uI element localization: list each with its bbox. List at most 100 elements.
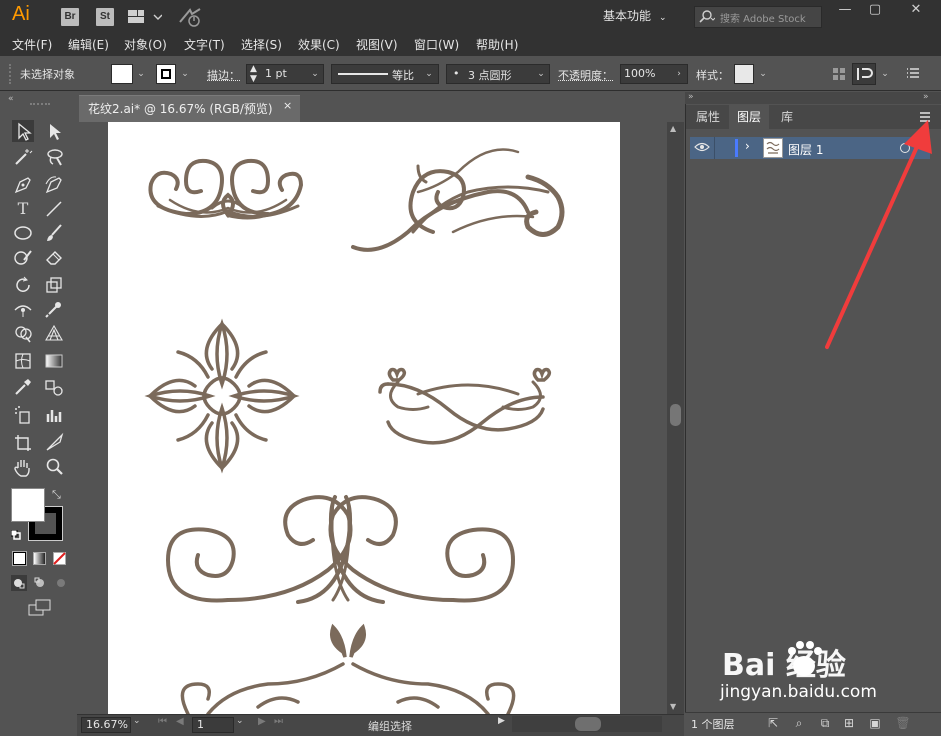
expand-panel-left-icon[interactable]: » [688,92,694,102]
draw-normal-icon[interactable] [11,575,27,591]
puppet-warp-tool-icon[interactable] [43,298,65,320]
ornament-scroll-2[interactable] [351,148,565,252]
artboard-number-field[interactable]: 1 [192,717,234,733]
symbol-sprayer-tool-icon[interactable] [12,404,34,426]
eyedropper-tool-icon[interactable] [12,376,34,398]
pen-tool-icon[interactable] [12,174,34,196]
status-menu-icon[interactable]: ▶ [498,716,505,726]
opacity-label[interactable]: 不透明度： [558,67,613,83]
blend-tool-icon[interactable] [43,376,65,398]
arrange-documents-icon[interactable] [128,9,163,25]
expand-layer-icon[interactable]: › [745,139,750,153]
collapse-panel-icon[interactable]: » [923,92,929,102]
scale-tool-icon[interactable] [43,274,65,296]
artboard-tool-icon[interactable] [12,432,34,454]
transform-dropdown[interactable]: ⌄ [878,64,892,84]
export-icon[interactable]: ⇱ [764,714,782,732]
new-sublayer-icon[interactable]: ⊞ [840,714,858,732]
lock-toggle[interactable] [714,137,734,159]
ornament-flower[interactable] [144,318,300,474]
rotate-tool-icon[interactable] [12,274,34,296]
last-artboard-icon[interactable]: ⏭ [274,716,283,727]
magic-wand-tool-icon[interactable] [12,146,34,168]
ornament-banner[interactable] [378,367,552,445]
shape-builder-tool-icon[interactable] [12,322,34,344]
type-tool-icon[interactable]: T [12,198,34,220]
menu-edit[interactable]: 编辑(E) [68,36,109,53]
close-window-button[interactable]: ✕ [893,0,939,22]
align-icon[interactable] [832,67,846,84]
scroll-up-icon[interactable]: ▲ [670,124,676,133]
artboard-dropdown[interactable]: ⌄ [236,716,244,726]
tools-grip[interactable] [30,103,50,106]
workspace-switcher[interactable]: 基本功能 ⌄ [595,5,685,27]
stroke-weight-dropdown[interactable]: ⌄ [308,64,322,84]
mesh-tool-icon[interactable] [12,350,34,372]
gradient-mode-icon[interactable] [33,552,46,565]
swap-colors-icon[interactable]: ⤡ [52,488,61,502]
zoom-field[interactable]: 16.67% [81,717,131,733]
style-dropdown[interactable]: ⌄ [756,64,770,84]
opacity-arrow[interactable]: › [672,64,686,84]
prev-artboard-icon[interactable]: ◀ [176,716,184,727]
vertical-scrollbar-thumb[interactable] [670,404,681,426]
graphic-style-swatch[interactable] [734,64,754,84]
gpu-performance-icon[interactable] [178,6,204,28]
color-mode-icon[interactable] [12,551,27,566]
menu-window[interactable]: 窗口(W) [414,36,459,53]
menu-view[interactable]: 视图(V) [356,36,398,53]
minimize-button[interactable]: — [830,0,860,22]
transform-icon[interactable] [852,63,876,85]
delete-layer-icon[interactable]: 🗑 [894,714,912,732]
brush-dropdown[interactable]: ⌄ [534,64,548,84]
none-mode-icon[interactable] [53,552,66,565]
curvature-tool-icon[interactable] [43,174,65,196]
zoom-tool-icon[interactable] [43,456,65,478]
direct-selection-tool-icon[interactable] [43,120,65,142]
locate-object-icon[interactable]: ⌕ [790,714,808,732]
ornament-bottom-partial[interactable] [180,623,516,714]
new-layer-icon[interactable]: ▣ [866,714,884,732]
close-document-icon[interactable]: × [283,99,292,112]
clipping-mask-icon[interactable]: ⧉ [816,714,834,732]
ornament-large-scroll[interactable] [165,495,516,604]
ornament-scroll-1[interactable] [148,158,304,220]
column-graph-tool-icon[interactable] [43,404,65,426]
draw-inside-icon[interactable] [53,575,69,591]
fill-color-swatch[interactable] [111,64,133,84]
menu-help[interactable]: 帮助(H) [476,36,518,53]
stroke-label[interactable]: 描边： [207,67,240,83]
collapse-tools-icon[interactable]: « [8,94,14,104]
stock-button[interactable]: St [96,8,114,26]
line-segment-tool-icon[interactable] [43,198,65,220]
control-menu-icon[interactable] [906,66,920,83]
hand-tool-icon[interactable] [12,456,34,478]
layer-name[interactable]: 图层 1 [788,141,823,158]
menu-file[interactable]: 文件(F) [12,36,52,53]
screen-mode-icon[interactable] [28,599,52,617]
control-bar-grip[interactable] [9,64,11,84]
paintbrush-tool-icon[interactable] [43,222,65,244]
gradient-tool-icon[interactable] [43,350,65,372]
eraser-tool-icon[interactable] [43,246,65,268]
first-artboard-icon[interactable]: ⏮ [158,716,167,727]
fill-dropdown[interactable]: ⌄ [134,64,148,84]
maximize-button[interactable]: ▢ [860,0,890,22]
stroke-dropdown[interactable]: ⌄ [178,64,192,84]
draw-behind-icon[interactable] [32,575,48,591]
menu-type[interactable]: 文字(T) [184,36,225,53]
ornament-artwork[interactable] [108,122,620,714]
tab-layers[interactable]: 图层 [729,105,769,129]
zoom-dropdown[interactable]: ⌄ [133,716,141,726]
visibility-eye-icon[interactable] [694,141,710,156]
horizontal-scrollbar-thumb[interactable] [575,717,601,731]
default-colors-icon[interactable] [10,529,21,540]
menu-object[interactable]: 对象(O) [124,36,167,53]
stroke-weight-stepper[interactable]: ▲ ▼ [250,64,257,84]
menu-select[interactable]: 选择(S) [241,36,282,53]
width-tool-icon[interactable] [12,298,34,320]
bridge-button[interactable]: Br [61,8,79,26]
perspective-grid-tool-icon[interactable] [43,322,65,344]
tab-libraries[interactable]: 库 [771,105,803,129]
next-artboard-icon[interactable]: ▶ [258,716,266,727]
